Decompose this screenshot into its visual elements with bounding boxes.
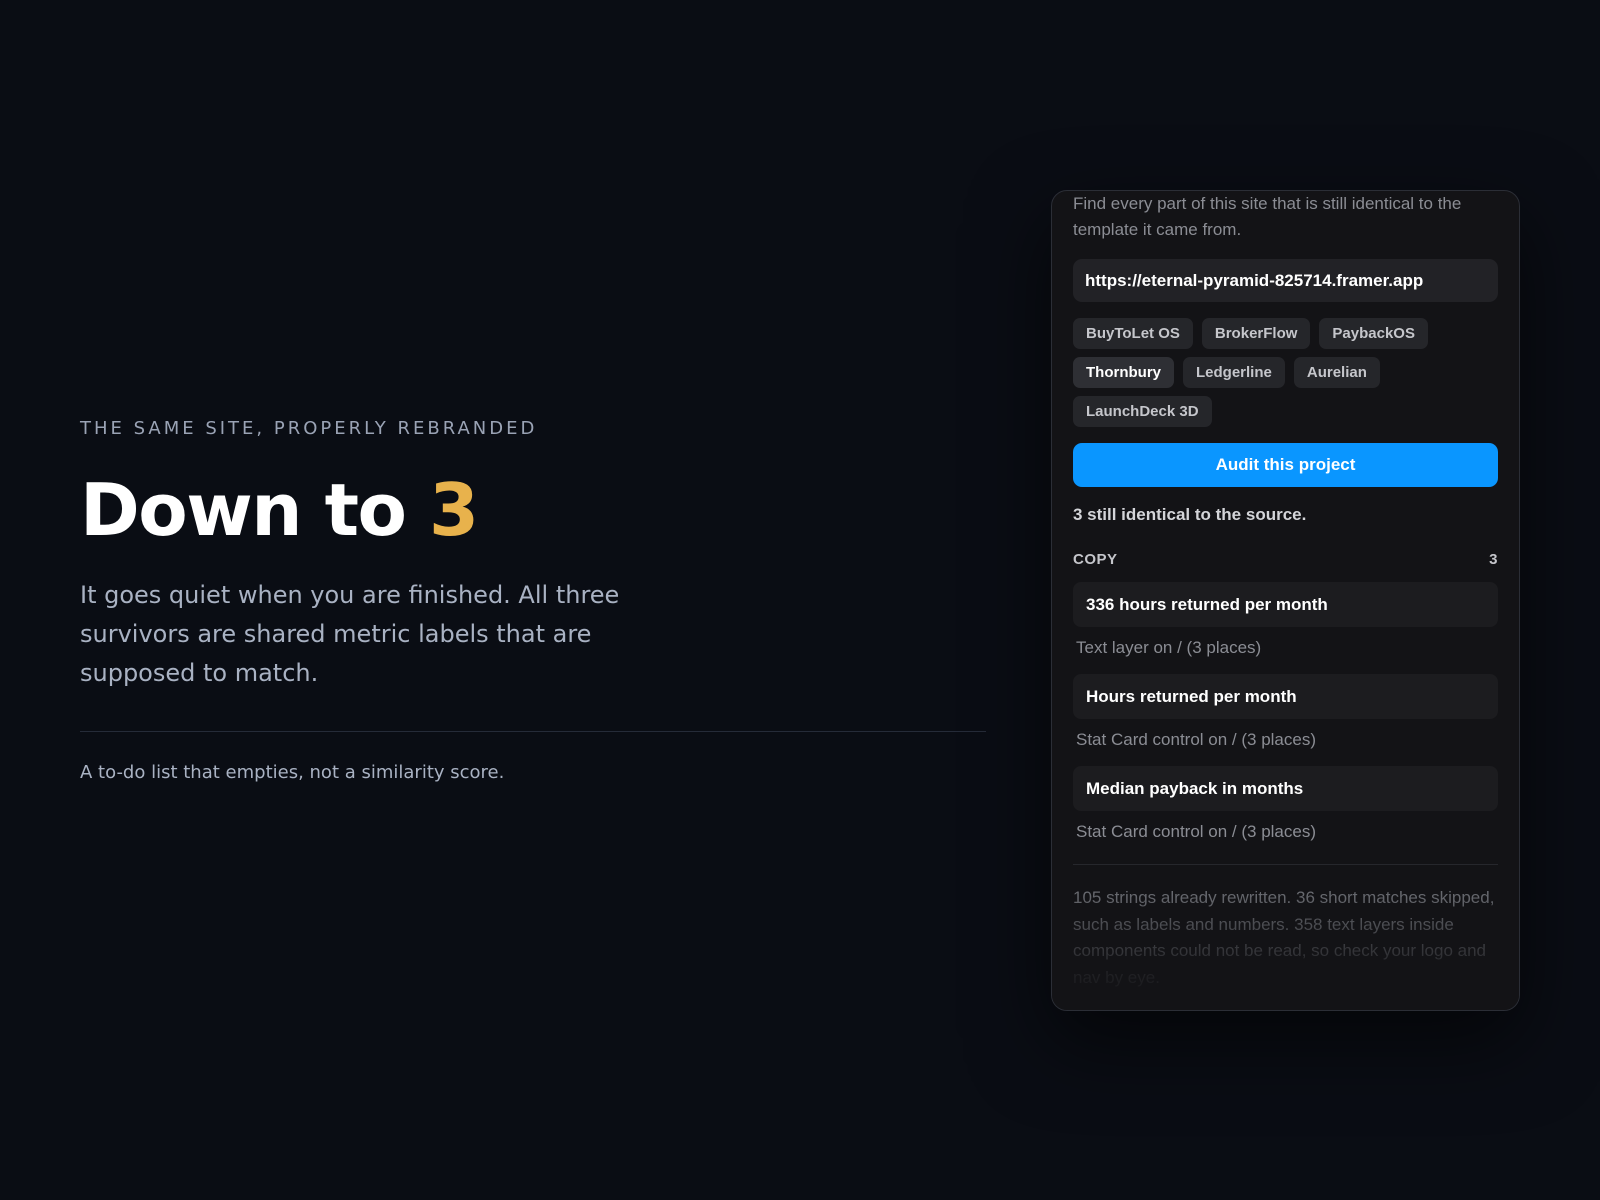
- headline-count: 3: [429, 468, 479, 552]
- audit-panel-content: Find every part of this site that is sti…: [1073, 191, 1498, 991]
- match-title[interactable]: 336 hours returned per month: [1073, 582, 1498, 627]
- audit-panel: Find every part of this site that is sti…: [1051, 190, 1520, 1011]
- match-item: Hours returned per month Stat Card contro…: [1073, 674, 1498, 751]
- headline-prefix: Down to: [80, 468, 407, 552]
- section-title: COPY: [1073, 551, 1118, 568]
- project-chip[interactable]: BrokerFlow: [1201, 318, 1311, 349]
- headline: Down to 3: [80, 468, 479, 552]
- project-chip[interactable]: PaybackOS: [1319, 318, 1428, 349]
- eyebrow-label: THE SAME SITE, PROPERLY REBRANDED: [80, 418, 538, 439]
- site-url-field[interactable]: https://eternal-pyramid-825714.framer.ap…: [1073, 259, 1498, 302]
- result-summary: 3 still identical to the source.: [1073, 505, 1307, 524]
- audit-notes: 105 strings already rewritten. 36 short …: [1073, 888, 1495, 987]
- audit-project-button[interactable]: Audit this project: [1073, 443, 1498, 487]
- match-title[interactable]: Hours returned per month: [1073, 674, 1498, 719]
- copy-section-header: COPY 3: [1073, 550, 1498, 570]
- footnote: A to-do list that empties, not a similar…: [80, 762, 505, 783]
- match-detail: Text layer on / (3 places): [1076, 638, 1262, 657]
- project-chip-list: BuyToLet OS BrokerFlow PaybackOS Thornbury L…: [1073, 318, 1498, 427]
- section-count: 3: [1489, 551, 1498, 568]
- match-detail: Stat Card control on / (3 places): [1076, 822, 1317, 841]
- panel-divider: [1073, 864, 1498, 865]
- lede-paragraph: It goes quiet when you are finished. All…: [80, 581, 620, 687]
- match-item: Median payback in months Stat Card contro…: [1073, 766, 1498, 843]
- project-chip[interactable]: LaunchDeck 3D: [1073, 396, 1212, 427]
- page: THE SAME SITE, PROPERLY REBRANDED Down t…: [0, 0, 1600, 1200]
- match-item: 336 hours returned per month Text layer o…: [1073, 582, 1498, 659]
- section-divider: [80, 731, 986, 732]
- match-list: 336 hours returned per month Text layer o…: [1073, 582, 1498, 843]
- panel-intro: Find every part of this site that is sti…: [1073, 194, 1462, 239]
- match-title[interactable]: Median payback in months: [1073, 766, 1498, 811]
- match-detail: Stat Card control on / (3 places): [1076, 730, 1317, 749]
- project-chip[interactable]: Ledgerline: [1183, 357, 1285, 388]
- project-chip[interactable]: Aurelian: [1293, 357, 1380, 388]
- project-chip[interactable]: BuyToLet OS: [1073, 318, 1193, 349]
- project-chip[interactable]: Thornbury: [1073, 357, 1174, 388]
